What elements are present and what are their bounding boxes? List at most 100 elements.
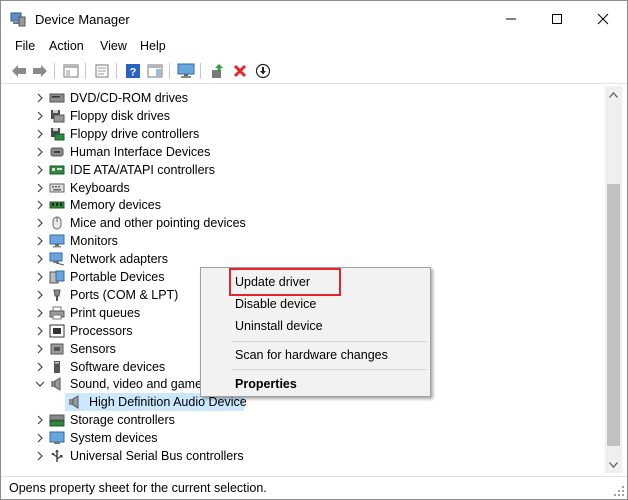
tree-item-label: Monitors (70, 234, 118, 249)
chevron-right-icon[interactable] (35, 415, 45, 425)
toolbar-separator (200, 63, 201, 79)
vertical-scrollbar[interactable] (605, 86, 622, 473)
chevron-right-icon[interactable] (35, 272, 45, 282)
tree-item-label: Storage controllers (70, 413, 175, 428)
hid-icon (49, 145, 65, 159)
menu-help[interactable]: Help (140, 39, 166, 53)
tree-category-item[interactable]: Universal Serial Bus controllers (9, 447, 605, 465)
uninstall-device-menu-item[interactable]: Uninstall device (235, 319, 323, 333)
chevron-right-icon[interactable] (35, 254, 45, 264)
software-device-icon (49, 360, 65, 374)
keyboard-icon (49, 181, 65, 195)
network-adapter-icon (49, 252, 65, 266)
portable-device-icon (49, 270, 65, 284)
chevron-right-icon[interactable] (35, 129, 45, 139)
chevron-right-icon[interactable] (35, 451, 45, 461)
tree-category-item[interactable]: Storage controllers (9, 411, 605, 429)
chevron-right-icon[interactable] (35, 111, 45, 121)
chevron-right-icon[interactable] (35, 93, 45, 103)
help-icon[interactable]: ? (123, 61, 143, 81)
tree-item-label: Floppy drive controllers (70, 126, 200, 141)
svg-text:?: ? (130, 67, 137, 79)
scan-hardware-menu-item[interactable]: Scan for hardware changes (235, 348, 388, 362)
tree-category-item[interactable]: Memory devices (9, 196, 605, 214)
title-bar[interactable]: Device Manager (1, 1, 627, 37)
mouse-icon (49, 216, 65, 230)
uninstall-icon[interactable] (230, 61, 250, 81)
monitor-icon[interactable] (176, 61, 196, 81)
chevron-right-icon[interactable] (35, 147, 45, 157)
floppy-controller-icon (49, 127, 65, 141)
chevron-right-icon[interactable] (35, 236, 45, 246)
system-device-icon (49, 431, 65, 445)
tree-item-label: Software devices (70, 359, 166, 374)
tree-category-item[interactable]: Floppy disk drives (9, 107, 605, 125)
chevron-right-icon[interactable] (35, 165, 45, 175)
tree-category-item[interactable]: System devices (9, 429, 605, 447)
tree-item-label: High Definition Audio Device (89, 395, 247, 410)
scroll-down-arrow-icon[interactable] (605, 456, 622, 473)
chevron-right-icon[interactable] (35, 344, 45, 354)
printer-icon (49, 306, 65, 320)
tree-item-label: Portable Devices (70, 270, 165, 284)
toolbar-separator (85, 63, 86, 79)
toolbar: ? (1, 58, 627, 84)
back-arrow-icon[interactable] (9, 61, 29, 81)
tree-item-label: Memory devices (70, 198, 161, 213)
tree-category-item[interactable]: Network adapters (9, 250, 605, 268)
chevron-right-icon[interactable] (35, 362, 45, 372)
maximize-button[interactable] (534, 1, 580, 37)
tree-category-item[interactable]: Human Interface Devices (9, 143, 605, 161)
memory-icon (49, 198, 65, 212)
speaker-icon (67, 395, 83, 410)
menu-file[interactable]: File (15, 39, 35, 53)
properties-icon[interactable] (92, 61, 112, 81)
properties-menu-item[interactable]: Properties (235, 377, 297, 391)
scroll-up-arrow-icon[interactable] (605, 86, 622, 103)
chevron-right-icon[interactable] (35, 200, 45, 210)
chevron-right-icon[interactable] (35, 308, 45, 318)
update-driver-icon[interactable] (207, 61, 227, 81)
tree-item-label: DVD/CD-ROM drives (70, 91, 189, 105)
monitor-icon (49, 234, 65, 248)
tree-item-label: Sound, video and game c (70, 377, 212, 392)
context-menu: Update driver Disable device Uninstall d… (200, 267, 431, 397)
tree-category-item[interactable]: Monitors (9, 232, 605, 250)
tree-category-item[interactable]: DVD/CD-ROM drives (9, 89, 605, 107)
menu-action[interactable]: Action (49, 39, 84, 53)
resize-grip-icon[interactable] (613, 485, 625, 497)
chevron-right-icon[interactable] (35, 183, 45, 193)
status-bar: Opens property sheet for the current sel… (1, 476, 627, 499)
chevron-right-icon[interactable] (35, 218, 45, 228)
show-hide-console-tree-icon[interactable] (61, 61, 81, 81)
menu-view[interactable]: View (100, 39, 127, 53)
chevron-down-icon[interactable] (35, 379, 45, 389)
action-pane-icon[interactable] (145, 61, 165, 81)
chevron-right-icon[interactable] (35, 326, 45, 336)
tree-category-item[interactable]: Mice and other pointing devices (9, 214, 605, 232)
scrollbar-thumb[interactable] (607, 184, 620, 446)
close-button[interactable] (580, 1, 626, 37)
update-driver-menu-item[interactable]: Update driver (235, 275, 310, 289)
tree-item-label: Mice and other pointing devices (70, 216, 246, 231)
chevron-right-icon[interactable] (35, 433, 45, 443)
sensor-icon (49, 342, 65, 356)
context-menu-separator (231, 369, 427, 370)
tree-item-label: Ports (COM & LPT) (70, 287, 179, 302)
tree-item-label: Processors (70, 323, 133, 338)
disable-device-icon[interactable] (253, 61, 273, 81)
toolbar-separator (116, 63, 117, 79)
disable-device-menu-item[interactable]: Disable device (235, 297, 316, 311)
floppy-disk-icon (49, 109, 65, 123)
tree-item-label: Print queues (70, 305, 141, 320)
tree-item-label: Universal Serial Bus controllers (70, 449, 244, 463)
tree-category-item[interactable]: Floppy drive controllers (9, 125, 605, 143)
tree-category-item[interactable]: IDE ATA/ATAPI controllers (9, 161, 605, 179)
menu-bar: File Action View Help (1, 37, 627, 57)
chevron-right-icon[interactable] (35, 290, 45, 300)
minimize-button[interactable] (488, 1, 534, 37)
processor-icon (49, 324, 65, 338)
tree-category-item[interactable]: Keyboards (9, 179, 605, 197)
device-manager-window: Device Manager File Action View Help ? D… (0, 0, 628, 500)
forward-arrow-icon[interactable] (30, 61, 50, 81)
